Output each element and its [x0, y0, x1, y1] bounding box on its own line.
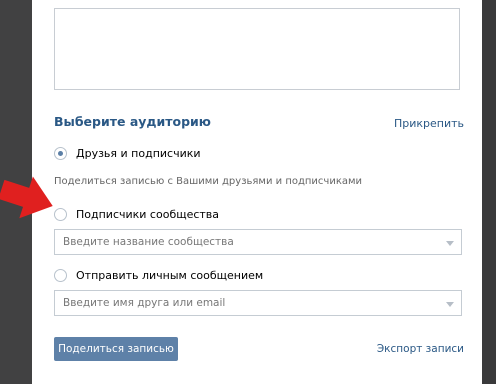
option-private-message-label[interactable]: Отправить личным сообщением: [76, 269, 263, 282]
community-name-select[interactable]: Введите название сообщества: [54, 229, 462, 255]
option-friends-followers-label[interactable]: Друзья и подписчики: [76, 147, 201, 160]
chevron-down-icon: [446, 241, 454, 246]
audience-title: Выберите аудиторию: [54, 114, 211, 129]
attach-link[interactable]: Прикрепить: [394, 117, 464, 130]
backdrop-right: [482, 0, 496, 384]
share-post-button[interactable]: Поделиться записью: [54, 337, 178, 361]
share-modal: Выберите аудиторию Прикрепить Друзья и п…: [32, 0, 482, 384]
friend-email-select[interactable]: Введите имя друга или email: [54, 290, 462, 316]
chevron-down-icon: [446, 302, 454, 307]
community-name-placeholder: Введите название сообщества: [63, 236, 234, 248]
radio-private-message[interactable]: [54, 269, 67, 282]
option-friends-followers-hint: Поделиться записью с Вашими друзьями и п…: [54, 176, 363, 187]
red-arrow-icon: [0, 176, 53, 219]
radio-friends-followers[interactable]: [54, 147, 67, 160]
option-community-followers-label[interactable]: Подписчики сообщества: [76, 208, 219, 221]
export-post-link[interactable]: Экспорт записи: [377, 343, 464, 355]
friend-email-placeholder: Введите имя друга или email: [63, 297, 226, 309]
post-text-area[interactable]: [54, 8, 460, 90]
